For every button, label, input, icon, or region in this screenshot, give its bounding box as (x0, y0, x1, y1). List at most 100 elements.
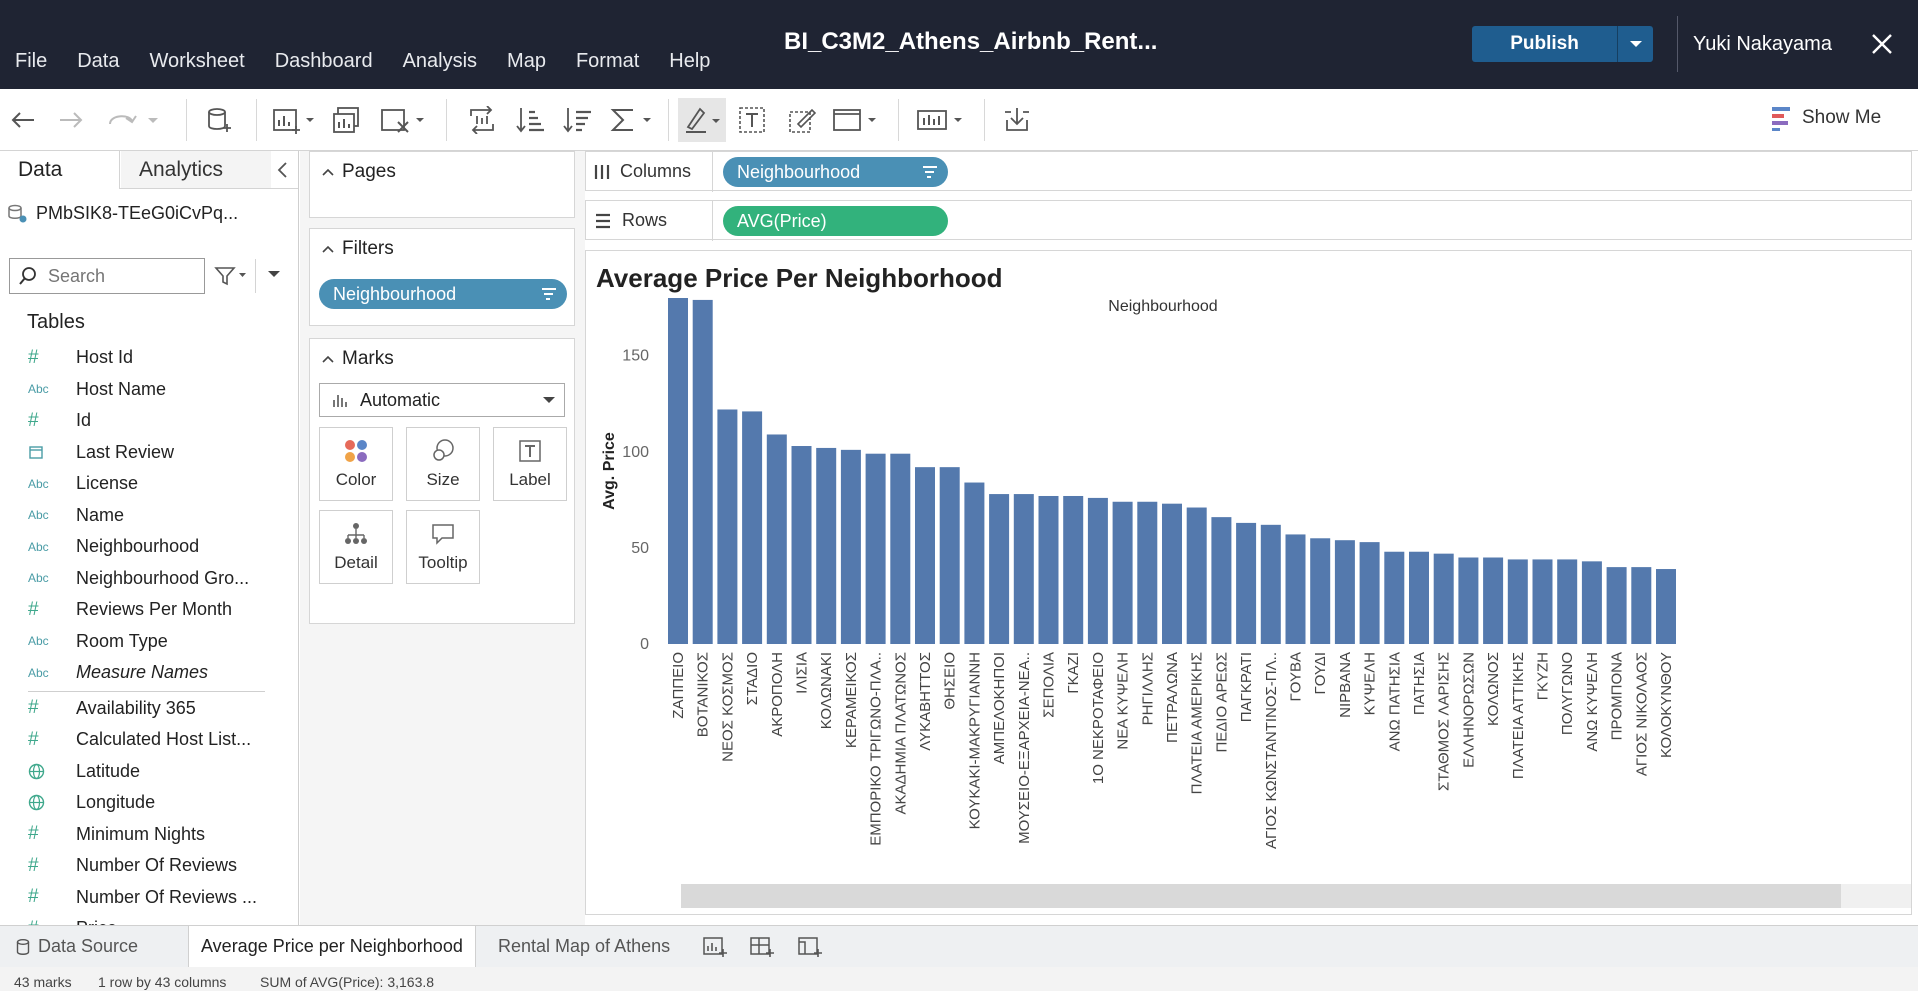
field-item[interactable]: #Price (28, 913, 268, 925)
bar[interactable] (717, 409, 738, 644)
menu-item-worksheet[interactable]: Worksheet (134, 46, 259, 76)
clear-sheet-button[interactable] (380, 103, 426, 137)
publish-dropdown-button[interactable] (1617, 26, 1653, 62)
search-field[interactable] (9, 258, 205, 294)
totals-button[interactable] (609, 103, 655, 137)
bar[interactable] (1087, 497, 1108, 644)
field-item[interactable]: # Id (28, 405, 268, 437)
bar[interactable] (1384, 551, 1405, 644)
filter-pill-neighbourhood[interactable]: Neighbourhood (319, 279, 567, 309)
fix-axes-button[interactable] (786, 103, 818, 137)
new-data-source-button[interactable] (205, 103, 235, 137)
sheet-tab-rental-map[interactable]: Rental Map of Athens (486, 926, 682, 967)
scrollbar-thumb[interactable] (681, 884, 1841, 908)
bar[interactable] (1532, 559, 1553, 644)
bar[interactable] (668, 298, 688, 644)
highlight-button[interactable] (678, 98, 726, 142)
tab-data[interactable]: Data (0, 151, 120, 189)
new-worksheet-button[interactable] (272, 103, 316, 137)
bar[interactable] (964, 482, 985, 644)
bar[interactable] (1236, 522, 1257, 644)
bar[interactable] (1260, 524, 1281, 644)
bar[interactable] (1581, 561, 1602, 644)
swap-rows-columns-button[interactable] (466, 103, 498, 137)
field-item[interactable]: # Calculated Host List... (28, 724, 268, 756)
download-button[interactable] (1001, 103, 1033, 137)
bar[interactable] (840, 449, 861, 644)
field-item[interactable]: Abc Name (28, 500, 268, 532)
bar[interactable] (1038, 495, 1059, 644)
bar[interactable] (1186, 507, 1207, 644)
color-button[interactable]: Color (319, 427, 393, 501)
bar[interactable] (1137, 501, 1158, 644)
tab-analytics[interactable]: Analytics (121, 151, 271, 188)
bar[interactable] (816, 447, 837, 644)
field-item[interactable]: # Host Id (28, 342, 268, 374)
field-item[interactable]: # Number Of Reviews ... (28, 882, 268, 914)
label-button[interactable]: Label (493, 427, 567, 501)
sort-descending-button[interactable] (561, 103, 593, 137)
bar[interactable] (1162, 503, 1182, 644)
redo-button[interactable] (56, 103, 86, 137)
rows-pill-avg-price[interactable]: AVG(Price) (723, 206, 948, 236)
field-item[interactable]: Abc Neighbourhood (28, 531, 268, 563)
menu-item-file[interactable]: File (0, 46, 62, 76)
bar[interactable] (1013, 494, 1034, 644)
caret-down-icon[interactable] (267, 269, 281, 279)
detail-button[interactable]: Detail (319, 510, 393, 584)
bar[interactable] (742, 411, 763, 644)
field-item[interactable]: Abc Measure Names (28, 657, 268, 689)
bar[interactable] (1310, 538, 1331, 644)
user-name[interactable]: Yuki Nakayama (1693, 33, 1832, 56)
bar[interactable] (1285, 534, 1306, 644)
bar[interactable] (1334, 540, 1355, 644)
sort-ascending-button[interactable] (514, 103, 546, 137)
sheet-tab-average-price[interactable]: Average Price per Neighborhood (188, 926, 476, 967)
columns-pill-neighbourhood[interactable]: Neighbourhood (723, 157, 948, 187)
field-item[interactable]: Abc Neighbourhood Gro... (28, 563, 268, 595)
bar-chart[interactable]: Neighbourhood Avg. Price 0 50 100 150 ΖΑΠΠΕΙΟ Β… (586, 251, 1912, 915)
bar[interactable] (890, 453, 911, 644)
close-icon[interactable] (1868, 30, 1896, 58)
show-mark-labels-button[interactable] (736, 103, 768, 137)
menu-item-dashboard[interactable]: Dashboard (260, 46, 388, 76)
bar[interactable] (692, 299, 713, 644)
bar[interactable] (1483, 557, 1504, 645)
bar[interactable] (1631, 567, 1652, 644)
tooltip-button[interactable]: Tooltip (406, 510, 480, 584)
bar[interactable] (1409, 551, 1429, 644)
field-item[interactable]: # Reviews Per Month (28, 594, 268, 626)
bar[interactable] (1063, 495, 1084, 644)
bar[interactable] (766, 434, 787, 644)
field-item[interactable]: # Minimum Nights (28, 819, 268, 851)
bar[interactable] (1656, 569, 1676, 644)
bar[interactable] (1557, 559, 1578, 644)
field-item[interactable]: # Availability 365 (28, 693, 268, 725)
field-item[interactable]: Last Review (28, 437, 268, 469)
viz-area[interactable]: Average Price Per Neighborhood Neighbour… (585, 250, 1912, 915)
datasource-item[interactable]: PMbSIK8-TEeG0iCvPq... (6, 199, 238, 227)
bar[interactable] (865, 453, 886, 644)
bar[interactable] (989, 494, 1010, 644)
bar[interactable] (1359, 542, 1380, 644)
bar[interactable] (1458, 557, 1479, 645)
size-button[interactable]: Size (406, 427, 480, 501)
filter-fields-button[interactable] (214, 263, 248, 289)
bar[interactable] (1507, 559, 1528, 644)
presentation-mode-button[interactable] (916, 103, 968, 137)
field-item[interactable]: # Number Of Reviews (28, 850, 268, 882)
menu-item-format[interactable]: Format (561, 46, 654, 76)
show-me-button[interactable]: Show Me (1770, 105, 1881, 131)
publish-button[interactable]: Publish (1472, 26, 1617, 62)
field-item[interactable]: Latitude (28, 756, 268, 788)
pages-card[interactable]: Pages (309, 151, 575, 218)
field-item[interactable]: Abc License (28, 468, 268, 500)
bar[interactable] (915, 467, 935, 644)
bar[interactable] (939, 467, 960, 644)
replay-button[interactable] (104, 103, 164, 137)
menu-item-data[interactable]: Data (62, 46, 134, 76)
new-story-icon[interactable] (797, 935, 825, 959)
field-item[interactable]: Abc Host Name (28, 374, 268, 406)
duplicate-sheet-button[interactable] (330, 103, 364, 137)
bar[interactable] (1606, 567, 1627, 644)
